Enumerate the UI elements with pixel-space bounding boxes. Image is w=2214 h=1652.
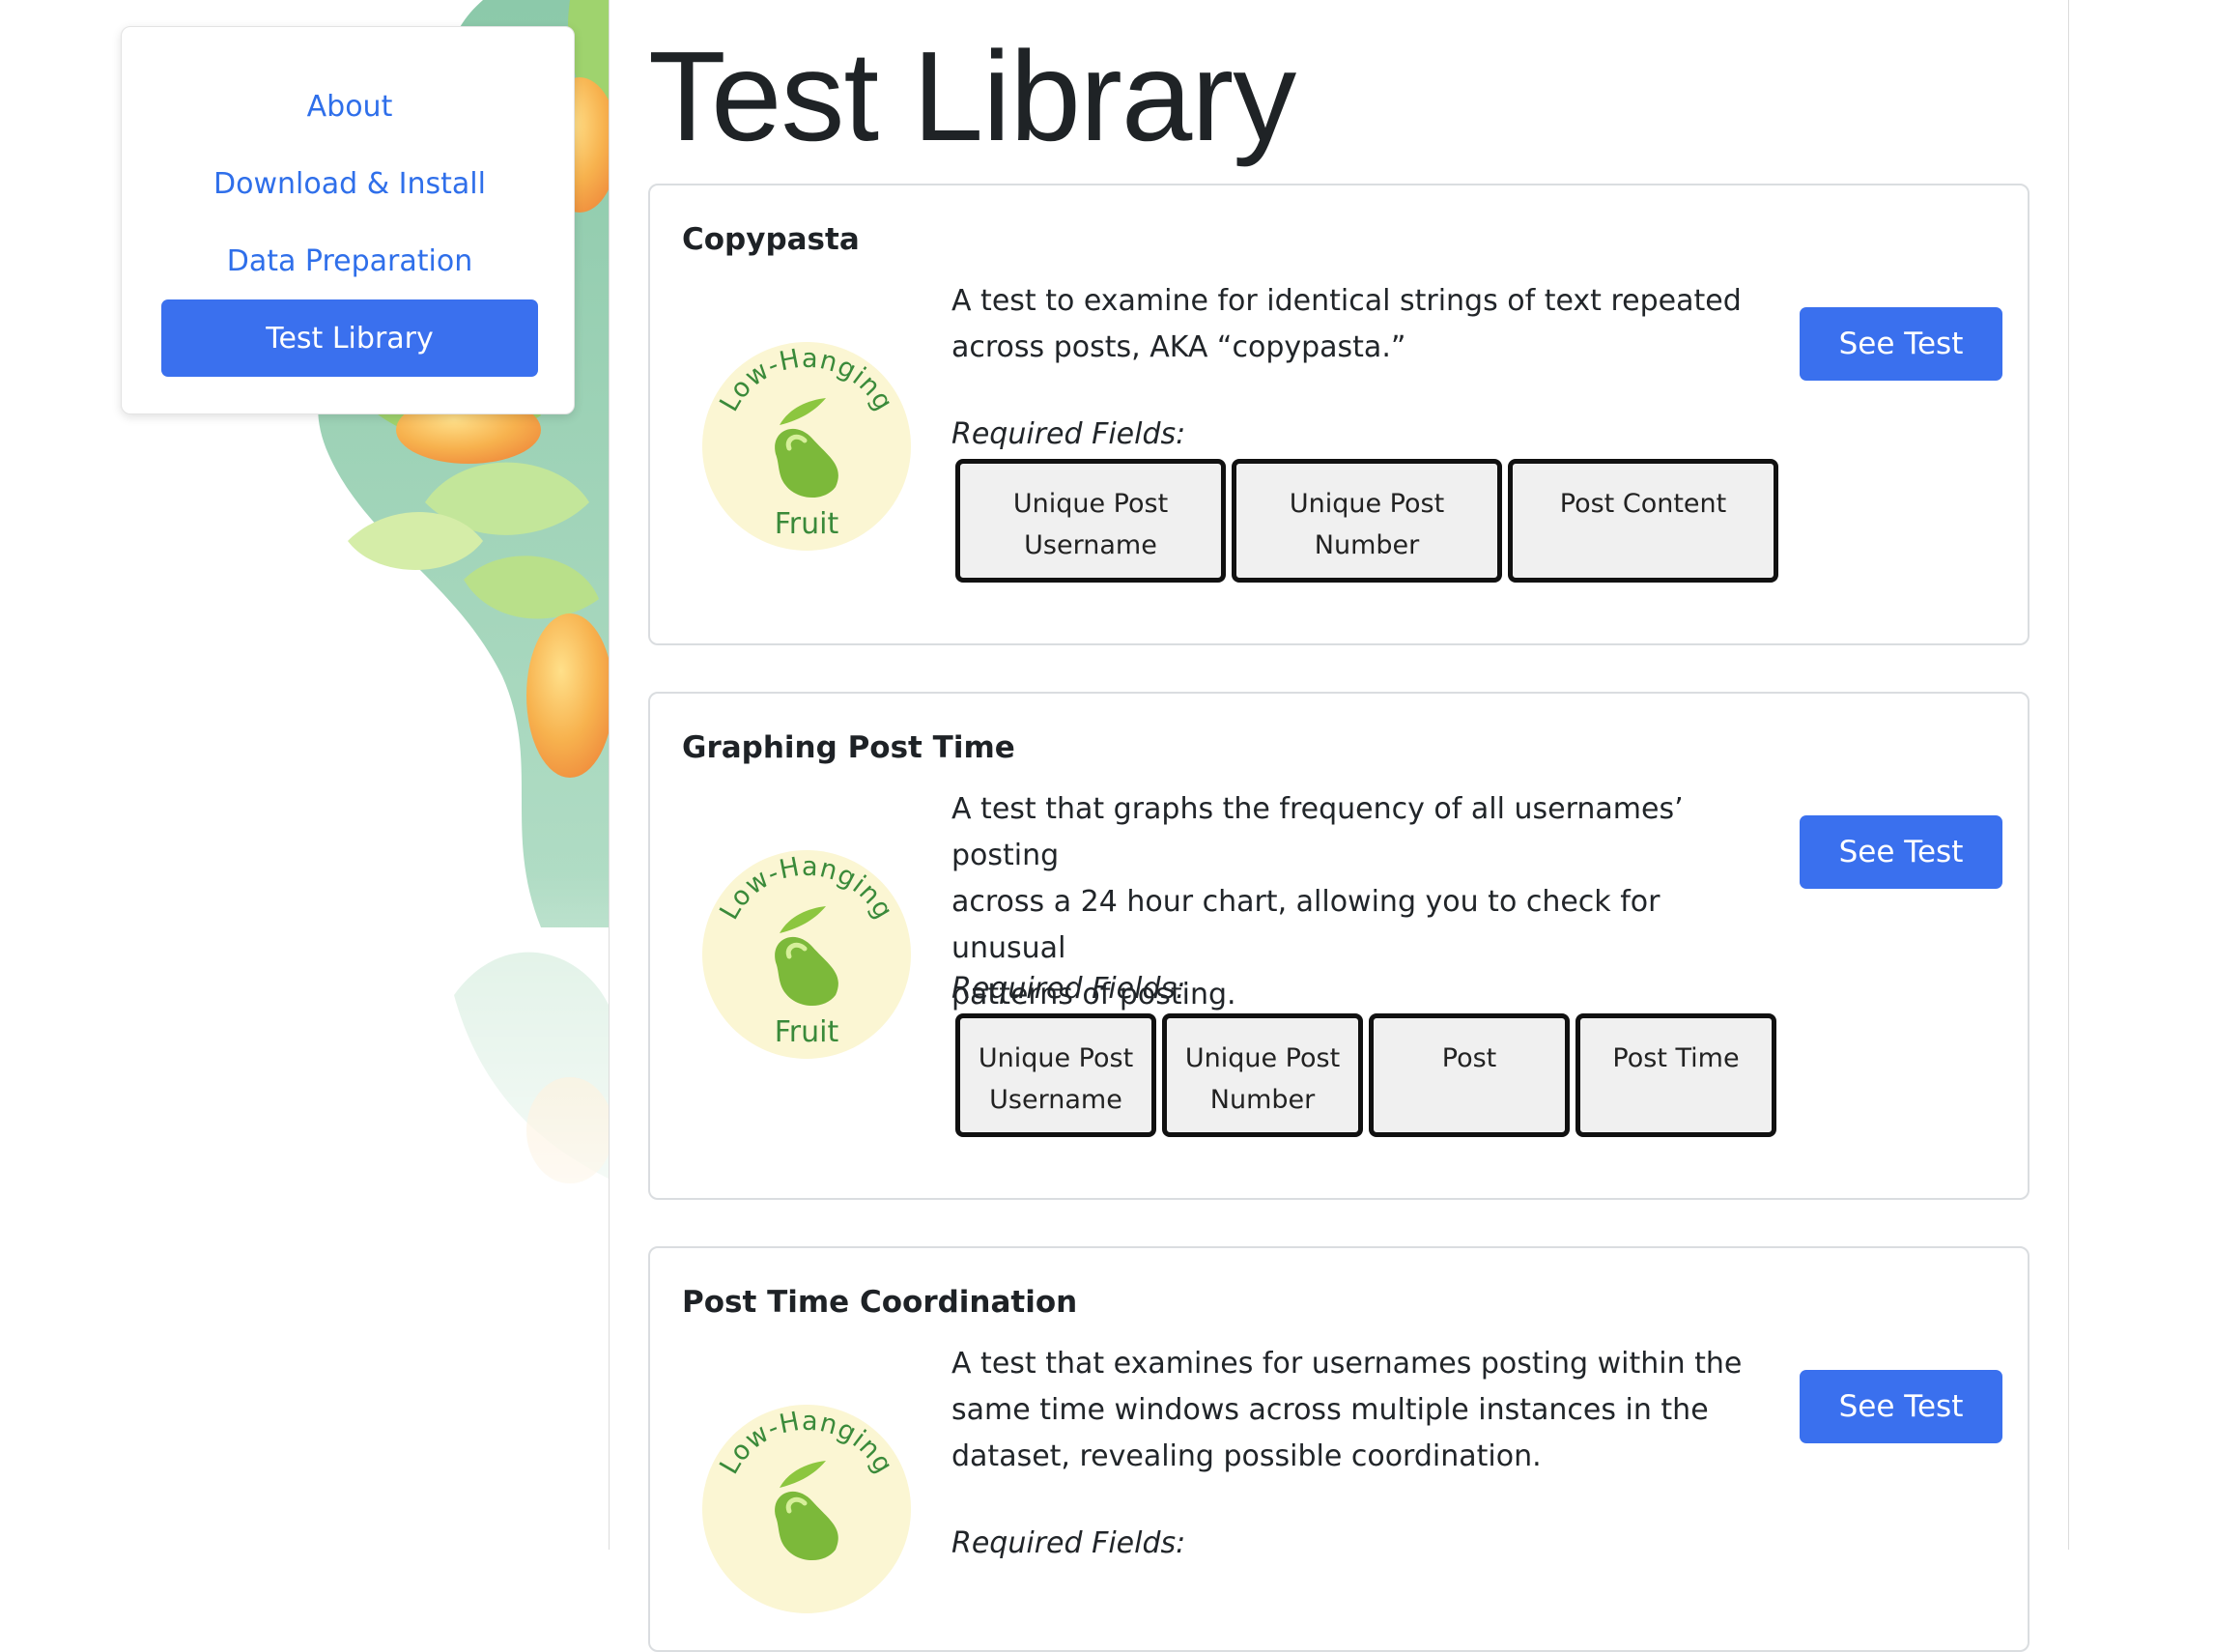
nav-link-about[interactable]: About — [161, 68, 538, 145]
page-title: Test Library — [648, 25, 1296, 167]
see-test-button[interactable]: See Test — [1800, 307, 2002, 381]
required-fields-list: Unique Post Username Unique Post Number Po… — [955, 1013, 1776, 1137]
nav-link-data-preparation[interactable]: Data Preparation — [161, 222, 538, 299]
field-chip: Unique Post Number — [1232, 459, 1502, 583]
test-card-graphing-post-time: Graphing Post Time Low-Hanging Fruit A t… — [648, 692, 2030, 1200]
sidebar-nav: About Download & Install Data Preparatio… — [121, 26, 575, 414]
test-title: Graphing Post Time — [682, 730, 1015, 765]
required-fields-label: Required Fields: — [951, 972, 1186, 1006]
low-hanging-fruit-logo: Low-Hanging Fruit — [702, 342, 911, 551]
field-chip: Unique Post Number — [1162, 1013, 1363, 1137]
field-chip: Unique Post Username — [955, 459, 1226, 583]
test-title: Post Time Coordination — [682, 1285, 1078, 1320]
svg-text:Fruit: Fruit — [775, 1015, 839, 1049]
main-content: Test Library Copypasta Low-Hanging Fruit… — [609, 0, 2069, 1652]
nav-link-test-library[interactable]: Test Library — [161, 299, 538, 377]
test-title: Copypasta — [682, 222, 860, 257]
field-chip: Post Content — [1508, 459, 1778, 583]
test-description: A test to examine for identical strings … — [951, 284, 1742, 364]
svg-text:Fruit: Fruit — [775, 507, 839, 541]
required-fields-label: Required Fields: — [951, 417, 1186, 451]
nav-link-download-install[interactable]: Download & Install — [161, 145, 538, 222]
test-description: A test that examines for usernames posti… — [951, 1347, 1743, 1473]
required-fields-list: Unique Post Username Unique Post Number Po… — [955, 459, 1778, 583]
test-card-post-time-coordination: Post Time Coordination Low-Hanging A tes… — [648, 1246, 2030, 1652]
field-chip: Post Time — [1575, 1013, 1776, 1137]
required-fields-label: Required Fields: — [951, 1526, 1186, 1560]
test-card-copypasta: Copypasta Low-Hanging Fruit A test to ex… — [648, 184, 2030, 645]
see-test-button[interactable]: See Test — [1800, 1370, 2002, 1443]
see-test-button[interactable]: See Test — [1800, 815, 2002, 889]
field-chip: Unique Post Username — [955, 1013, 1156, 1137]
field-chip: Post — [1369, 1013, 1570, 1137]
low-hanging-fruit-logo: Low-Hanging Fruit — [702, 850, 911, 1059]
low-hanging-fruit-logo: Low-Hanging — [702, 1405, 911, 1613]
